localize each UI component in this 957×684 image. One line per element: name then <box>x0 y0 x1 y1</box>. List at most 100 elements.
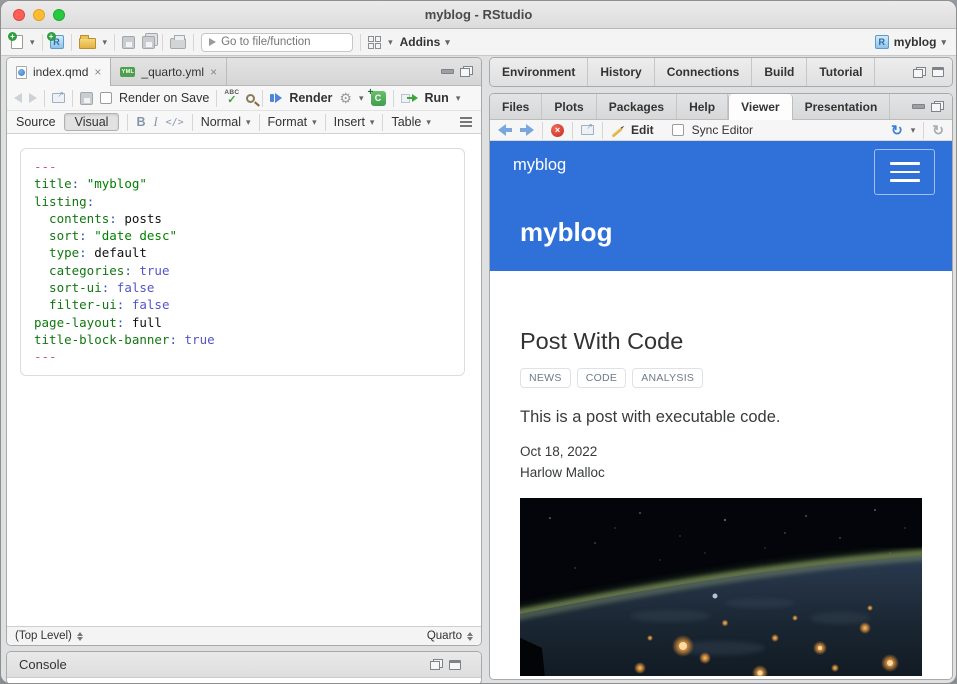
console-title: Console <box>19 657 67 672</box>
insert-menu[interactable]: Insert ▾ <box>334 115 375 129</box>
sync-dropdown[interactable]: ▾ <box>911 126 916 135</box>
viewer-forward-icon[interactable] <box>520 124 534 136</box>
tab-viewer[interactable]: Viewer <box>728 94 792 120</box>
project-menu-button[interactable]: R myblog ▾ <box>875 35 946 49</box>
insert-chunk-icon[interactable]: C <box>371 91 386 106</box>
tab-packages[interactable]: Packages <box>597 94 677 119</box>
minimize-window-button[interactable] <box>33 9 45 21</box>
blog-navbar-title[interactable]: myblog <box>513 156 566 175</box>
minimize-pane-icon[interactable] <box>912 104 925 109</box>
tab-help[interactable]: Help <box>677 94 728 119</box>
code-line[interactable]: contents: posts <box>34 210 451 227</box>
italic-button[interactable]: I <box>153 115 157 130</box>
close-window-button[interactable] <box>13 9 25 21</box>
close-icon[interactable]: × <box>210 65 217 79</box>
render-button[interactable]: Render <box>289 91 332 105</box>
open-in-new-window-icon[interactable] <box>52 93 65 103</box>
stop-icon[interactable]: × <box>551 124 564 137</box>
new-project-icon[interactable]: R+ <box>50 35 64 49</box>
maximize-pane-icon[interactable] <box>932 67 944 77</box>
bold-button[interactable]: B <box>136 115 145 129</box>
gear-icon[interactable]: ⚙ <box>339 91 352 105</box>
category-badge[interactable]: ANALYSIS <box>632 368 703 388</box>
yaml-code-block[interactable]: ---title: "myblog"listing: contents: pos… <box>20 148 465 376</box>
edit-pencil-icon[interactable] <box>611 127 622 137</box>
code-line[interactable]: type: default <box>34 244 451 261</box>
table-menu[interactable]: Table ▾ <box>391 115 430 129</box>
source-mode-toggle[interactable]: Source <box>16 115 56 129</box>
run-button[interactable]: Run <box>425 91 449 105</box>
new-file-icon[interactable]: + <box>11 35 23 49</box>
tab-build[interactable]: Build <box>752 58 807 86</box>
console-header[interactable]: Console <box>7 652 481 678</box>
new-file-dropdown[interactable]: ▾ <box>30 38 35 47</box>
code-line[interactable]: page-layout: full <box>34 314 451 331</box>
tab-presentation[interactable]: Presentation <box>793 94 891 119</box>
code-button[interactable]: </> <box>166 117 184 128</box>
pane-layout-icon[interactable] <box>368 36 381 49</box>
visual-editor-body[interactable]: ---title: "myblog"listing: contents: pos… <box>7 134 481 626</box>
tab-tutorial[interactable]: Tutorial <box>807 58 875 86</box>
tab-index-qmd[interactable]: index.qmd × <box>7 58 111 86</box>
render-options-dropdown[interactable]: ▾ <box>359 94 364 103</box>
tab-connections[interactable]: Connections <box>655 58 753 86</box>
code-line[interactable]: --- <box>34 348 451 365</box>
maximize-pane-icon[interactable] <box>449 660 461 670</box>
tab-files[interactable]: Files <box>490 94 542 119</box>
format-menu[interactable]: Format ▾ <box>268 115 317 129</box>
spellcheck-icon[interactable]: ABC✓ <box>224 90 239 106</box>
find-replace-icon[interactable] <box>246 94 255 103</box>
code-line[interactable]: --- <box>34 158 451 175</box>
zoom-window-button[interactable] <box>53 9 65 21</box>
pane-layout-dropdown[interactable]: ▾ <box>388 38 393 47</box>
visual-mode-toggle[interactable]: Visual <box>64 113 120 131</box>
addins-menu[interactable]: Addins ▾ <box>400 35 450 49</box>
sync-icon[interactable]: ↻ <box>891 123 903 137</box>
code-line[interactable]: listing: <box>34 193 451 210</box>
maximize-pane-icon[interactable] <box>931 101 944 112</box>
code-line[interactable]: filter-ui: false <box>34 296 451 313</box>
print-icon[interactable] <box>170 38 186 49</box>
category-badge[interactable]: NEWS <box>520 368 571 388</box>
outline-icon[interactable] <box>460 117 472 119</box>
paragraph-style-dropdown[interactable]: Normal ▾ <box>201 115 251 129</box>
save-icon[interactable] <box>122 36 135 49</box>
goto-file-input[interactable] <box>221 36 345 48</box>
minimize-pane-icon[interactable] <box>441 69 454 74</box>
code-line[interactable]: title: "myblog" <box>34 175 451 192</box>
save-icon[interactable] <box>80 92 93 105</box>
tab-environment[interactable]: Environment <box>490 58 588 86</box>
render-on-save-checkbox[interactable] <box>100 92 112 104</box>
tab-quarto-yml[interactable]: YML _quarto.yml × <box>111 58 227 85</box>
run-dropdown[interactable]: ▾ <box>456 94 461 103</box>
restore-pane-icon[interactable] <box>913 67 926 78</box>
open-file-icon[interactable] <box>79 38 96 49</box>
refresh-icon[interactable]: ↻ <box>932 123 944 137</box>
back-icon[interactable] <box>14 93 22 103</box>
open-in-new-window-icon[interactable] <box>581 125 594 135</box>
filetype-selector[interactable]: Quarto <box>427 630 473 642</box>
tab-plots[interactable]: Plots <box>542 94 596 119</box>
tab-history[interactable]: History <box>588 58 654 86</box>
code-line[interactable]: sort-ui: false <box>34 279 451 296</box>
code-line[interactable]: categories: true <box>34 262 451 279</box>
window-title: myblog - RStudio <box>425 7 533 22</box>
console-pane: Console <box>6 651 482 684</box>
viewer-back-icon[interactable] <box>498 124 512 136</box>
navbar-toggler-button[interactable] <box>874 149 935 195</box>
scope-selector[interactable]: (Top Level) <box>15 630 83 642</box>
sync-editor-checkbox[interactable] <box>672 124 684 136</box>
restore-pane-icon[interactable] <box>430 659 443 670</box>
post-title[interactable]: Post With Code <box>520 328 922 355</box>
edit-button[interactable]: Edit <box>631 123 654 137</box>
category-badge[interactable]: CODE <box>577 368 627 388</box>
maximize-pane-icon[interactable] <box>460 66 473 77</box>
open-file-dropdown[interactable]: ▾ <box>103 38 108 47</box>
code-line[interactable]: sort: "date desc" <box>34 227 451 244</box>
forward-icon[interactable] <box>29 93 37 103</box>
save-all-icon[interactable] <box>142 36 155 49</box>
close-icon[interactable]: × <box>94 65 101 79</box>
viewer-content[interactable]: myblog myblog Post With Code NEWS CODE A… <box>490 141 952 679</box>
code-line[interactable]: title-block-banner: true <box>34 331 451 348</box>
goto-file-search[interactable] <box>201 33 353 52</box>
